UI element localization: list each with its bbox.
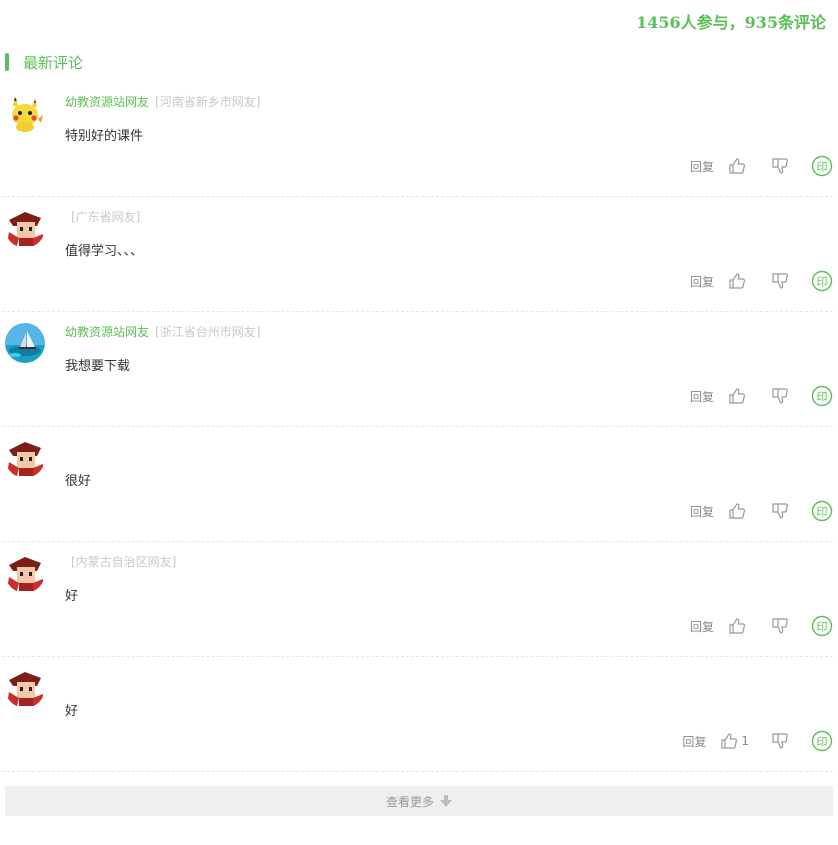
comment-region: [浙江省台州市网友] xyxy=(155,325,261,339)
cartoon-avatar xyxy=(5,553,45,593)
ocean-avatar xyxy=(5,323,45,363)
thumbs-up-icon xyxy=(729,618,746,634)
comment-actions: 回复 印 xyxy=(690,500,833,522)
comment-region: [河南省新乡市网友] xyxy=(155,95,261,109)
comment-text: 特别好的课件 xyxy=(65,129,144,144)
cartoon-avatar xyxy=(5,438,45,478)
reply-button[interactable]: 回复 xyxy=(690,618,714,635)
svg-text:印: 印 xyxy=(817,161,828,174)
comment-meta xyxy=(65,668,71,682)
section-title: 最新评论 xyxy=(5,52,83,72)
reply-button[interactable]: 回复 xyxy=(690,503,714,520)
thumbs-down-icon xyxy=(772,733,788,749)
stamp-button[interactable]: 印 xyxy=(811,270,833,292)
comment-item: [内蒙古自治区网友] 好回复 印 xyxy=(2,542,833,657)
comment-nickname[interactable]: 幼教资源站网友 xyxy=(65,325,149,339)
thumbs-down-icon xyxy=(772,503,788,519)
stamp-button[interactable]: 印 xyxy=(811,615,833,637)
thumbs-up-icon xyxy=(729,273,746,289)
like-button[interactable] xyxy=(728,502,749,520)
stamp-icon: 印 xyxy=(811,730,833,752)
like-button[interactable] xyxy=(728,387,749,405)
svg-text:印: 印 xyxy=(817,276,828,289)
comment-meta: 幼教资源站网友 [河南省新乡市网友] xyxy=(65,93,260,110)
comment-region: [广东省网友] xyxy=(71,210,141,224)
svg-text:印: 印 xyxy=(817,506,828,519)
thumbs-down-icon xyxy=(772,158,788,174)
svg-text:印: 印 xyxy=(817,621,828,634)
comment-item: 幼教资源站网友 [河南省新乡市网友] 特别好的课件回复 印 xyxy=(2,82,833,197)
comment-item: 很好回复 印 xyxy=(2,427,833,542)
section-title-label: 最新评论 xyxy=(23,53,84,72)
comment-text: 好 xyxy=(65,704,79,719)
load-more-label: 查看更多 xyxy=(385,794,434,809)
comment-text: 好 xyxy=(65,589,79,604)
reply-button[interactable]: 回复 xyxy=(690,273,714,290)
svg-text:印: 印 xyxy=(817,391,828,404)
comment-nickname[interactable]: 幼教资源站网友 xyxy=(65,95,149,109)
stamp-button[interactable]: 印 xyxy=(811,730,833,752)
pikachu-avatar xyxy=(5,93,45,133)
comment-actions: 回复 印 xyxy=(690,155,833,177)
like-count: 1 xyxy=(741,734,749,748)
comment-actions: 回复 1 印 xyxy=(682,730,833,752)
dislike-button[interactable] xyxy=(771,732,789,750)
reply-button[interactable]: 回复 xyxy=(690,158,714,175)
comment-text: 很好 xyxy=(65,474,92,489)
thumbs-down-icon xyxy=(772,618,788,634)
comment-item: 幼教资源站网友 [浙江省台州市网友] 我想要下载回复 印 xyxy=(2,312,833,427)
like-button[interactable] xyxy=(728,157,749,175)
load-more-button[interactable]: 查看更多 xyxy=(5,786,833,816)
like-button[interactable] xyxy=(728,272,749,290)
cartoon-avatar xyxy=(5,668,45,708)
cartoon-avatar xyxy=(5,208,45,248)
comment-region: [内蒙古自治区网友] xyxy=(71,555,177,569)
dislike-button[interactable] xyxy=(771,617,789,635)
thumbs-down-icon xyxy=(772,388,788,404)
reply-button[interactable]: 回复 xyxy=(682,733,706,750)
comment-text: 值得学习、、、 xyxy=(65,244,144,259)
comment-meta: [广东省网友] xyxy=(65,208,140,225)
stamp-button[interactable]: 印 xyxy=(811,500,833,522)
thumbs-up-icon xyxy=(721,733,738,749)
svg-text:印: 印 xyxy=(817,736,828,749)
comment-actions: 回复 印 xyxy=(690,385,833,407)
stamp-button[interactable]: 印 xyxy=(811,155,833,177)
thumbs-up-icon xyxy=(729,503,746,519)
arrow-down-icon xyxy=(440,795,452,807)
stamp-icon: 印 xyxy=(811,615,833,637)
reply-button[interactable]: 回复 xyxy=(690,388,714,405)
participation-stats: 1456人参与，935条评论 xyxy=(636,13,826,32)
comment-meta: [内蒙古自治区网友] xyxy=(65,553,176,570)
like-button[interactable]: 1 xyxy=(720,732,749,750)
stamp-icon: 印 xyxy=(811,270,833,292)
comment-item: [广东省网友] 值得学习、、、回复 印 xyxy=(2,197,833,312)
thumbs-up-icon xyxy=(729,388,746,404)
thumbs-down-icon xyxy=(772,273,788,289)
comment-actions: 回复 印 xyxy=(690,615,833,637)
comment-actions: 回复 印 xyxy=(690,270,833,292)
comment-meta: 幼教资源站网友 [浙江省台州市网友] xyxy=(65,323,260,340)
comment-list: 幼教资源站网友 [河南省新乡市网友] 特别好的课件 回复印 [广东省网友] 值得学习、、、… xyxy=(0,82,838,772)
comment-text: 我想要下载 xyxy=(65,359,131,374)
thumbs-up-icon xyxy=(729,158,746,174)
dislike-button[interactable] xyxy=(771,387,789,405)
stamp-button[interactable]: 印 xyxy=(811,385,833,407)
dislike-button[interactable] xyxy=(771,272,789,290)
dislike-button[interactable] xyxy=(771,502,789,520)
dislike-button[interactable] xyxy=(771,157,789,175)
comment-meta xyxy=(65,438,71,452)
comment-item: 好回复 1 印 xyxy=(2,657,833,772)
like-button[interactable] xyxy=(728,617,749,635)
stamp-icon: 印 xyxy=(811,155,833,177)
section-accent-bar xyxy=(5,53,9,71)
stamp-icon: 印 xyxy=(811,385,833,407)
stamp-icon: 印 xyxy=(811,500,833,522)
